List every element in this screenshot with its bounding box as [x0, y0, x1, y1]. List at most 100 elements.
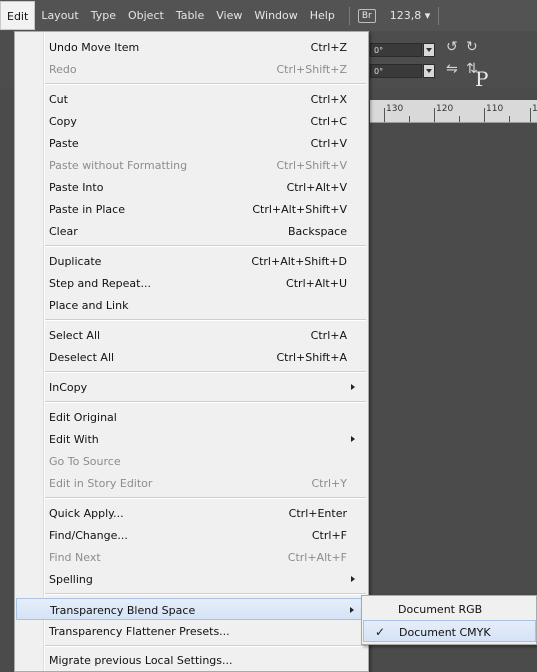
- menu-item-shortcut: Ctrl+A: [310, 329, 347, 342]
- menu-item-label: Migrate previous Local Settings...: [49, 654, 233, 667]
- menu-item-copy[interactable]: Copy Ctrl+C: [16, 110, 367, 132]
- ruler-label: 110: [486, 104, 504, 114]
- menu-item-edit-original[interactable]: Edit Original: [16, 406, 367, 428]
- menu-item-transparency-blend-space[interactable]: Transparency Blend Space: [16, 598, 367, 620]
- document-pasteboard[interactable]: [370, 123, 537, 672]
- menu-item-label: Paste Into: [49, 181, 104, 194]
- menu-separator: [45, 593, 366, 595]
- submenu-arrow-icon: [351, 384, 355, 390]
- menu-item-place-and-link[interactable]: Place and Link: [16, 294, 367, 316]
- ruler-tick: [409, 116, 410, 122]
- menu-item-label: Edit With: [49, 433, 99, 446]
- menu-item-deselect-all[interactable]: Deselect All Ctrl+Shift+A: [16, 346, 367, 368]
- menu-item-go-to-source[interactable]: Go To Source: [16, 450, 367, 472]
- menu-separator: [45, 645, 366, 647]
- ruler-tick: [434, 108, 435, 122]
- rotate-ccw-icon[interactable]: ↺: [446, 39, 458, 55]
- menu-item-find-next[interactable]: Find Next Ctrl+Alt+F: [16, 546, 367, 568]
- menu-item-label: Paste in Place: [49, 203, 125, 216]
- menu-table[interactable]: Table: [170, 0, 210, 31]
- menu-item-label: Edit Original: [49, 411, 117, 424]
- menu-item-cut[interactable]: Cut Ctrl+X: [16, 88, 367, 110]
- menu-item-redo[interactable]: Redo Ctrl+Shift+Z: [16, 58, 367, 80]
- menu-item-clear[interactable]: Clear Backspace: [16, 220, 367, 242]
- ruler-label: 120: [436, 104, 454, 114]
- submenu-item-document-cmyk[interactable]: ✓ Document CMYK: [363, 620, 536, 642]
- menu-separator: [45, 401, 366, 403]
- menu-item-label: Duplicate: [49, 255, 102, 268]
- ruler-tick: [509, 116, 510, 122]
- ruler-tick: [530, 108, 531, 122]
- menu-item-step-and-repeat[interactable]: Step and Repeat... Ctrl+Alt+U: [16, 272, 367, 294]
- menu-separator: [45, 319, 366, 321]
- menu-item-label: Find Next: [49, 551, 101, 564]
- rotate-cw-icon[interactable]: ↻: [466, 39, 478, 55]
- menu-item-label: Find/Change...: [49, 529, 128, 542]
- flip-horizontal-icon[interactable]: ⇋: [446, 61, 458, 77]
- menu-item-transparency-flattener-presets[interactable]: Transparency Flattener Presets...: [16, 620, 367, 642]
- menu-item-paste-without-formatting[interactable]: Paste without Formatting Ctrl+Shift+V: [16, 154, 367, 176]
- menu-item-edit-with[interactable]: Edit With: [16, 428, 367, 450]
- rotation-angle-field[interactable]: 0°: [370, 43, 422, 57]
- menu-item-shortcut: Ctrl+Z: [310, 41, 347, 54]
- menu-item-find-change[interactable]: Find/Change... Ctrl+F: [16, 524, 367, 546]
- shear-angle-field[interactable]: 0°: [370, 64, 422, 78]
- menu-item-shortcut: Ctrl+Enter: [288, 507, 347, 520]
- menu-edit[interactable]: Edit: [0, 1, 36, 30]
- menu-item-paste[interactable]: Paste Ctrl+V: [16, 132, 367, 154]
- menu-item-label: Deselect All: [49, 351, 115, 364]
- menu-item-paste-into[interactable]: Paste Into Ctrl+Alt+V: [16, 176, 367, 198]
- menu-view[interactable]: View: [210, 0, 248, 31]
- menu-help[interactable]: Help: [304, 0, 341, 31]
- menu-item-paste-in-place[interactable]: Paste in Place Ctrl+Alt+Shift+V: [16, 198, 367, 220]
- edit-menu-dropdown: Undo Move Item Ctrl+Z Redo Ctrl+Shift+Z Cu…: [14, 31, 369, 672]
- zoom-level-dropdown[interactable]: 123,8 ▾: [390, 9, 431, 22]
- menu-item-label: Paste without Formatting: [49, 159, 188, 172]
- menubar-divider: [348, 6, 350, 25]
- menu-item-incopy[interactable]: InCopy: [16, 376, 367, 398]
- menu-item-shortcut: Ctrl+Shift+A: [276, 351, 347, 364]
- menu-item-label: Cut: [49, 93, 68, 106]
- menubar-divider-2: [438, 6, 440, 25]
- menu-item-shortcut: Backspace: [288, 225, 347, 238]
- rotation-preview-icon: P: [475, 67, 489, 91]
- submenu-item-document-rgb[interactable]: Document RGB: [363, 598, 536, 620]
- rotation-angle-dropdown[interactable]: [423, 43, 435, 57]
- horizontal-ruler[interactable]: 130 120 110 1: [370, 100, 537, 123]
- menu-item-label: Clear: [49, 225, 78, 238]
- menu-item-edit-in-story-editor[interactable]: Edit in Story Editor Ctrl+Y: [16, 472, 367, 494]
- menu-layout[interactable]: Layout: [35, 0, 84, 31]
- menu-separator: [45, 83, 366, 85]
- menu-item-migrate-local-settings[interactable]: Migrate previous Local Settings...: [16, 649, 367, 671]
- menu-item-label: Copy: [49, 115, 77, 128]
- menu-item-shortcut: Ctrl+Alt+Shift+V: [252, 203, 347, 216]
- shear-angle-dropdown[interactable]: [423, 64, 435, 78]
- menu-item-shortcut: Ctrl+F: [311, 529, 347, 542]
- bridge-button[interactable]: Br: [357, 8, 376, 23]
- blend-space-submenu: Document RGB ✓ Document CMYK: [361, 595, 537, 645]
- menu-item-select-all[interactable]: Select All Ctrl+A: [16, 324, 367, 346]
- menu-item-label: Place and Link: [49, 299, 129, 312]
- menu-item-shortcut: Ctrl+Shift+V: [276, 159, 347, 172]
- menu-object[interactable]: Object: [122, 0, 170, 31]
- menu-item-shortcut: Ctrl+Alt+Shift+D: [251, 255, 347, 268]
- ruler-tick: [459, 116, 460, 122]
- menu-item-label: Step and Repeat...: [49, 277, 151, 290]
- menu-item-quick-apply[interactable]: Quick Apply... Ctrl+Enter: [16, 502, 367, 524]
- menu-item-label: Spelling: [49, 573, 93, 586]
- menu-item-shortcut: Ctrl+C: [310, 115, 347, 128]
- menu-window[interactable]: Window: [248, 0, 303, 31]
- menu-item-undo[interactable]: Undo Move Item Ctrl+Z: [16, 36, 367, 58]
- menu-item-label: Paste: [49, 137, 79, 150]
- menu-item-duplicate[interactable]: Duplicate Ctrl+Alt+Shift+D: [16, 250, 367, 272]
- menu-item-label: InCopy: [49, 381, 88, 394]
- menu-type[interactable]: Type: [85, 0, 122, 31]
- menu-item-label: Redo: [49, 63, 77, 76]
- menu-separator: [45, 245, 366, 247]
- menu-item-label: Transparency Blend Space: [50, 604, 196, 617]
- submenu-arrow-icon: [350, 607, 354, 613]
- menu-item-label: Transparency Flattener Presets...: [49, 625, 230, 638]
- menu-item-shortcut: Ctrl+Alt+U: [286, 277, 347, 290]
- submenu-arrow-icon: [351, 576, 355, 582]
- menu-item-spelling[interactable]: Spelling: [16, 568, 367, 590]
